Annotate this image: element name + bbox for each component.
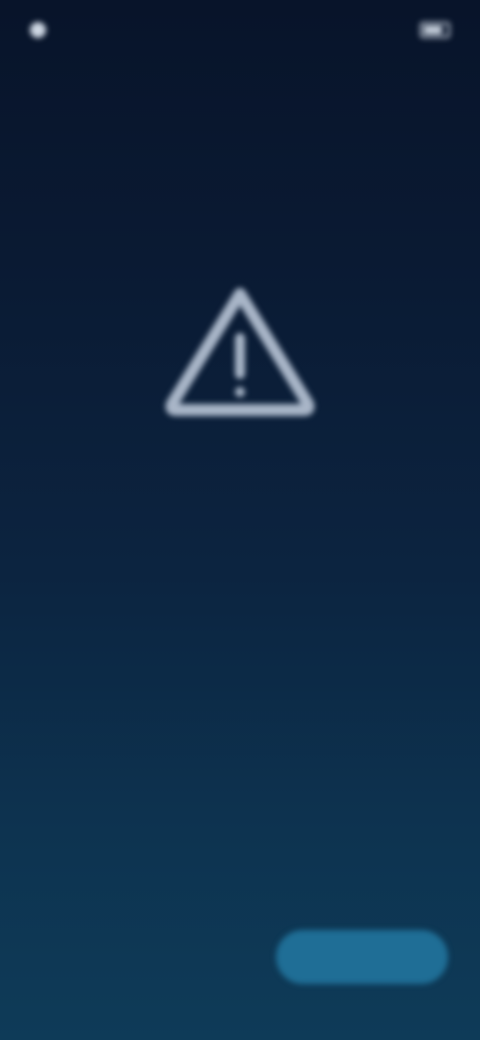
status-left bbox=[30, 22, 56, 38]
warning-triangle-icon bbox=[165, 288, 315, 416]
alert-screen bbox=[0, 0, 480, 1040]
status-indicator-icon bbox=[30, 22, 46, 38]
status-right bbox=[420, 22, 450, 38]
primary-action-button[interactable] bbox=[276, 930, 448, 984]
secondary-action-button[interactable] bbox=[40, 936, 200, 980]
status-bar bbox=[30, 16, 450, 44]
battery-icon bbox=[420, 22, 450, 38]
